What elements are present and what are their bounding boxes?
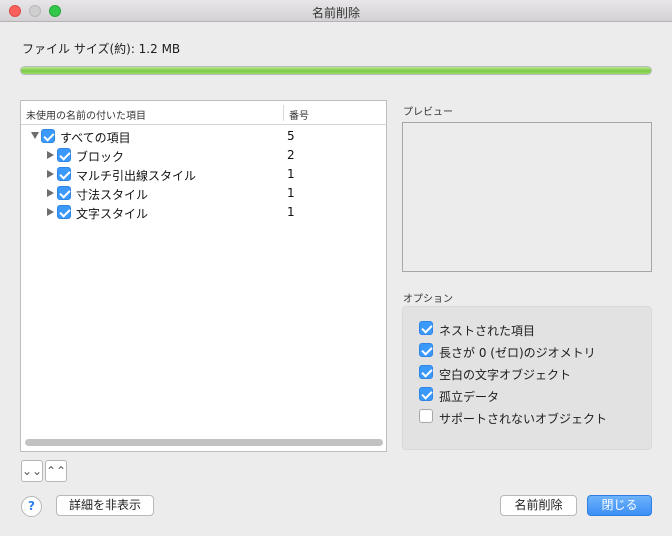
tree-row-label: すべての項目 [60,131,131,145]
checkbox-multileader-styles[interactable] [57,167,71,181]
question-mark-icon: ? [28,499,35,513]
disclosure-triangle-closed-icon[interactable] [47,151,54,159]
option-label: 孤立データ [439,390,500,404]
column-header-count[interactable]: 番号 [289,107,309,122]
checkbox-all-items[interactable] [41,129,55,143]
checkbox-unsupported-objects[interactable] [419,409,433,423]
column-header-name[interactable]: 未使用の名前の付いた項目 [26,107,146,122]
tree-header: 未使用の名前の付いた項目 番号 [21,101,386,125]
tree-row-count: 1 [287,186,295,200]
hide-details-button[interactable]: 詳細を非表示 [56,495,154,516]
disclosure-triangle-closed-icon[interactable] [47,170,54,178]
option-label: 長さが 0 (ゼロ)のジオメトリ [439,346,596,360]
window-title: 名前削除 [311,6,360,20]
file-size-label: ファイル サイズ(約): 1.2 MB [22,42,181,56]
tree-row-all-items[interactable]: すべての項目 5 [21,127,386,146]
disclosure-triangle-open-icon[interactable] [31,132,39,139]
close-button[interactable]: 閉じる [587,495,652,516]
option-label: 空白の文字オブジェクト [439,368,572,382]
column-separator [283,105,284,121]
purge-items-tree[interactable]: 未使用の名前の付いた項目 番号 すべての項目 5 ブロック 2 マルチ引出線スタ… [20,100,387,452]
purge-button[interactable]: 名前削除 [500,495,577,516]
disclosure-triangle-closed-icon[interactable] [47,189,54,197]
checkbox-nested-items[interactable] [419,321,433,335]
title-bar: 名前削除 [0,0,672,22]
expand-all-button[interactable]: ⌄⌄ [21,460,43,482]
double-chevron-up-icon: ⌃⌃ [46,464,67,478]
tree-row-label: 文字スタイル [76,207,149,221]
tree-row-dimension-styles[interactable]: 寸法スタイル 1 [21,184,386,203]
checkbox-empty-text-objects[interactable] [419,365,433,379]
tree-row-count: 1 [287,167,295,181]
progress-fill [21,67,651,74]
options-label: オプション [403,294,453,305]
horizontal-scrollbar[interactable] [25,439,383,446]
options-group: ネストされた項目 長さが 0 (ゼロ)のジオメトリ 空白の文字オブジェクト 孤立… [402,306,652,450]
checkbox-blocks[interactable] [57,148,71,162]
option-label: ネストされた項目 [439,324,536,338]
double-chevron-down-icon: ⌄⌄ [22,464,43,478]
tree-row-multileader-styles[interactable]: マルチ引出線スタイル 1 [21,165,386,184]
tree-row-count: 5 [287,129,295,143]
tree-row-label: マルチ引出線スタイル [76,169,197,183]
tree-row-count: 1 [287,205,295,219]
tree-row-text-styles[interactable]: 文字スタイル 1 [21,203,386,222]
disclosure-triangle-closed-icon[interactable] [47,208,54,216]
preview-pane [402,122,652,272]
help-button[interactable]: ? [21,496,42,517]
collapse-all-button[interactable]: ⌃⌃ [45,460,67,482]
tree-row-count: 2 [287,148,295,162]
option-label: サポートされないオブジェクト [439,412,608,426]
tree-row-label: 寸法スタイル [76,188,149,202]
preview-label: プレビュー [403,107,453,118]
checkbox-dimension-styles[interactable] [57,186,71,200]
checkbox-orphaned-data[interactable] [419,387,433,401]
checkbox-text-styles[interactable] [57,205,71,219]
tree-row-blocks[interactable]: ブロック 2 [21,146,386,165]
file-size-progress-bar [20,66,652,75]
checkbox-zero-length-geometry[interactable] [419,343,433,357]
tree-row-label: ブロック [76,150,125,164]
